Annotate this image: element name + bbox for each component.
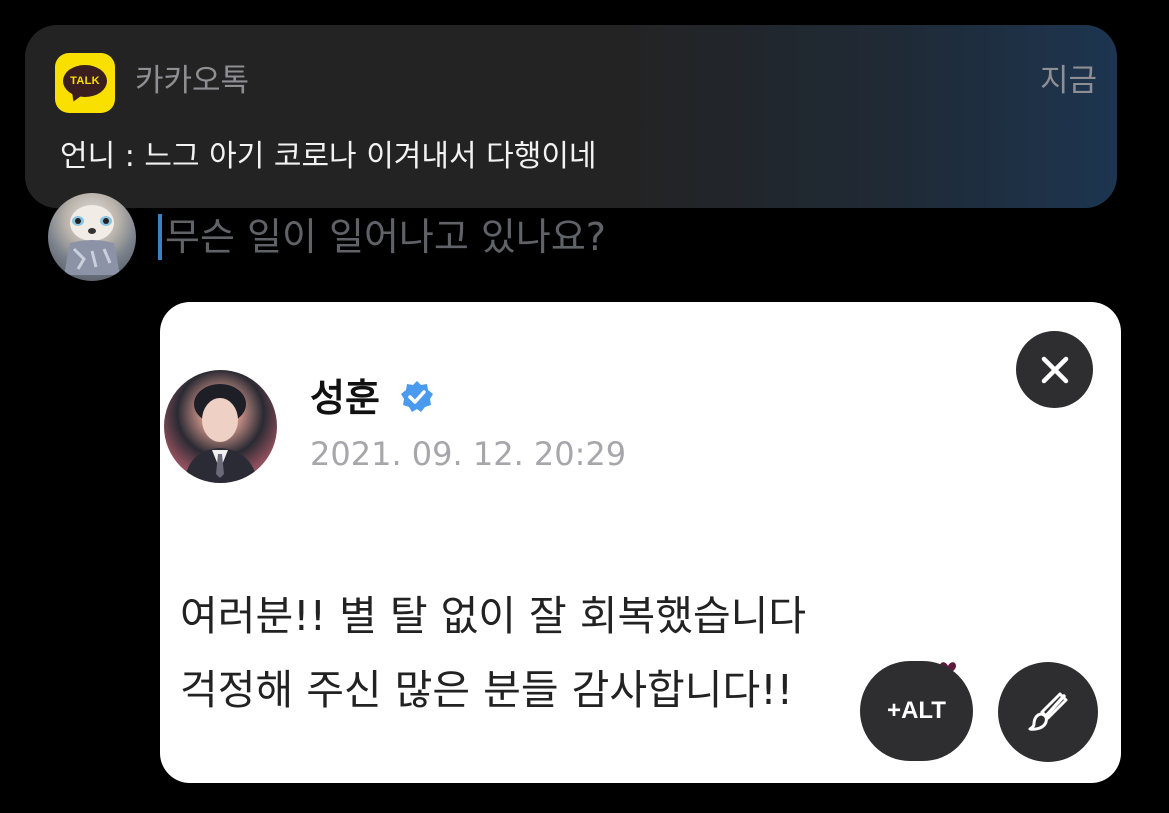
attached-image[interactable]: 성훈 2021. 09. 12. 20:29 여러분!! 별 탈 없이 잘 회복… <box>160 302 1121 783</box>
dog-avatar-image <box>64 205 120 275</box>
remove-image-button[interactable] <box>1016 331 1093 408</box>
post-date: 2021. 09. 12. 20:29 <box>310 435 627 473</box>
post-text-line: 걱정해 주신 많은 분들 감사합니다!! <box>180 666 794 714</box>
verified-badge-icon <box>401 381 433 412</box>
author-avatar <box>164 370 277 483</box>
talk-icon-label: TALK <box>63 65 107 97</box>
notification-message: 언니 : 느그 아기 코로나 이겨내서 다행이네 <box>60 139 597 174</box>
paintbrush-icon <box>1028 692 1068 731</box>
text-caret <box>158 214 162 260</box>
add-alt-text-button[interactable]: +ALT <box>860 661 973 761</box>
notification-time: 지금 <box>1039 63 1097 99</box>
kakaotalk-notification[interactable]: TALK 카카오톡 지금 언니 : 느그 아기 코로나 이겨내서 다행이네 <box>25 25 1117 208</box>
edit-image-button[interactable] <box>998 662 1098 762</box>
user-avatar[interactable] <box>48 193 136 281</box>
compose-input[interactable]: 무슨 일이 일어나고 있나요? <box>165 212 606 262</box>
post-text-line: 여러분!! 별 탈 없이 잘 회복했습니다 <box>180 592 807 640</box>
notification-app-name: 카카오톡 <box>135 63 250 99</box>
author-name: 성훈 <box>310 376 380 420</box>
kakaotalk-talk-icon: TALK <box>55 53 115 113</box>
close-icon <box>1041 356 1068 383</box>
